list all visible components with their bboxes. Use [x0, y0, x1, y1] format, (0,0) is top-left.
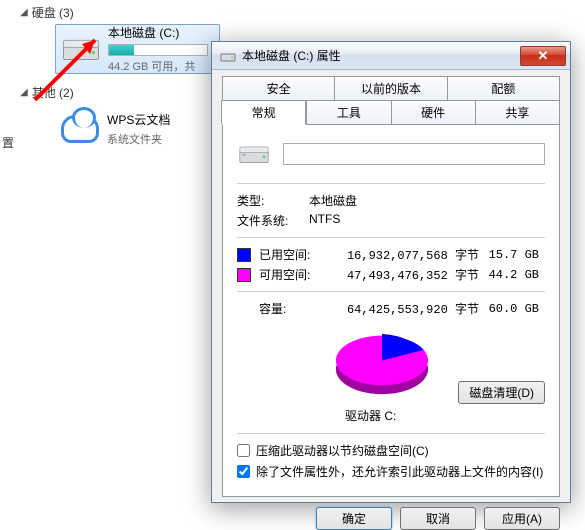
cancel-button[interactable]: 取消: [400, 507, 476, 530]
tab-security[interactable]: 安全: [222, 76, 335, 100]
wps-subtitle: 系统文件夹: [107, 131, 216, 147]
drive-usage-bar: [108, 44, 208, 56]
collapse-icon: ◢: [20, 7, 28, 18]
compress-label: 压缩此驱动器以节约磁盘空间(C): [256, 442, 429, 459]
tab-tools[interactable]: 工具: [306, 100, 391, 125]
properties-dialog: 本地磁盘 (C:) 属性 ✕ 安全 以前的版本 配额 常规 工具 硬件 共享 类…: [211, 41, 571, 503]
disk-cleanup-button[interactable]: 磁盘清理(D): [458, 381, 545, 404]
section-label: 硬盘 (3): [32, 4, 74, 21]
titlebar[interactable]: 本地磁盘 (C:) 属性 ✕: [212, 42, 570, 70]
dialog-button-row: 确定 取消 应用(A): [222, 497, 560, 530]
sidebar-fragment: 置: [0, 130, 22, 158]
compress-checkbox-row[interactable]: 压缩此驱动器以节约磁盘空间(C): [237, 442, 545, 459]
drive-icon: [220, 48, 236, 64]
index-label: 除了文件属性外，还允许索引此驱动器上文件的内容(I): [256, 463, 543, 480]
free-bytes: 47,493,476,352 字节: [329, 266, 479, 283]
ok-button[interactable]: 确定: [316, 507, 392, 530]
used-size: 15.7 GB: [479, 248, 539, 262]
drive-name: 本地磁盘 (C:): [108, 24, 215, 41]
drive-info: 本地磁盘 (C:) 44.2 GB 可用，共: [108, 24, 215, 74]
capacity-size: 60.0 GB: [479, 302, 539, 316]
tab-sharing[interactable]: 共享: [475, 100, 560, 125]
wps-cloud-item[interactable]: WPS云文档 系统文件夹: [55, 104, 220, 154]
drive-under-label: 驱动器 C:: [345, 407, 396, 424]
section-label: 其他 (2): [32, 84, 74, 101]
section-header-other[interactable]: ◢ 其他 (2): [20, 84, 74, 101]
dialog-title: 本地磁盘 (C:) 属性: [242, 47, 520, 64]
tab-panel-general: 类型:本地磁盘 文件系统:NTFS 已用空间: 16,932,077,568 字…: [222, 125, 560, 497]
free-size: 44.2 GB: [479, 268, 539, 282]
index-checkbox[interactable]: [237, 465, 250, 478]
apply-button[interactable]: 应用(A): [484, 507, 560, 530]
compress-checkbox[interactable]: [237, 444, 250, 457]
type-value: 本地磁盘: [309, 192, 545, 209]
fs-value: NTFS: [309, 212, 545, 229]
free-swatch: [237, 268, 251, 282]
tab-quota[interactable]: 配额: [447, 76, 560, 100]
free-label: 可用空间:: [259, 266, 329, 283]
close-button[interactable]: ✕: [520, 46, 566, 66]
tab-strip: 安全 以前的版本 配额 常规 工具 硬件 共享: [222, 76, 560, 125]
used-swatch: [237, 248, 251, 262]
fs-label: 文件系统:: [237, 212, 309, 229]
volume-name-input[interactable]: [283, 143, 545, 165]
drive-free-text: 44.2 GB 可用，共: [108, 58, 215, 74]
type-label: 类型:: [237, 192, 309, 209]
drive-item-c[interactable]: 本地磁盘 (C:) 44.2 GB 可用，共: [55, 24, 220, 74]
drive-icon: [237, 137, 271, 171]
tab-hardware[interactable]: 硬件: [391, 100, 476, 125]
index-checkbox-row[interactable]: 除了文件属性外，还允许索引此驱动器上文件的内容(I): [237, 463, 545, 480]
cloud-icon: [59, 108, 101, 150]
drive-icon: [60, 28, 102, 70]
capacity-bytes: 64,425,553,920 字节: [329, 300, 479, 317]
tab-previous-versions[interactable]: 以前的版本: [334, 76, 447, 100]
used-bytes: 16,932,077,568 字节: [329, 246, 479, 263]
used-label: 已用空间:: [259, 246, 329, 263]
usage-pie-chart: [327, 325, 437, 403]
section-header-drives[interactable]: ◢ 硬盘 (3): [20, 4, 74, 21]
tab-general[interactable]: 常规: [221, 100, 306, 125]
wps-name: WPS云文档: [107, 111, 216, 128]
collapse-icon: ◢: [20, 87, 28, 98]
capacity-label: 容量:: [259, 300, 329, 317]
